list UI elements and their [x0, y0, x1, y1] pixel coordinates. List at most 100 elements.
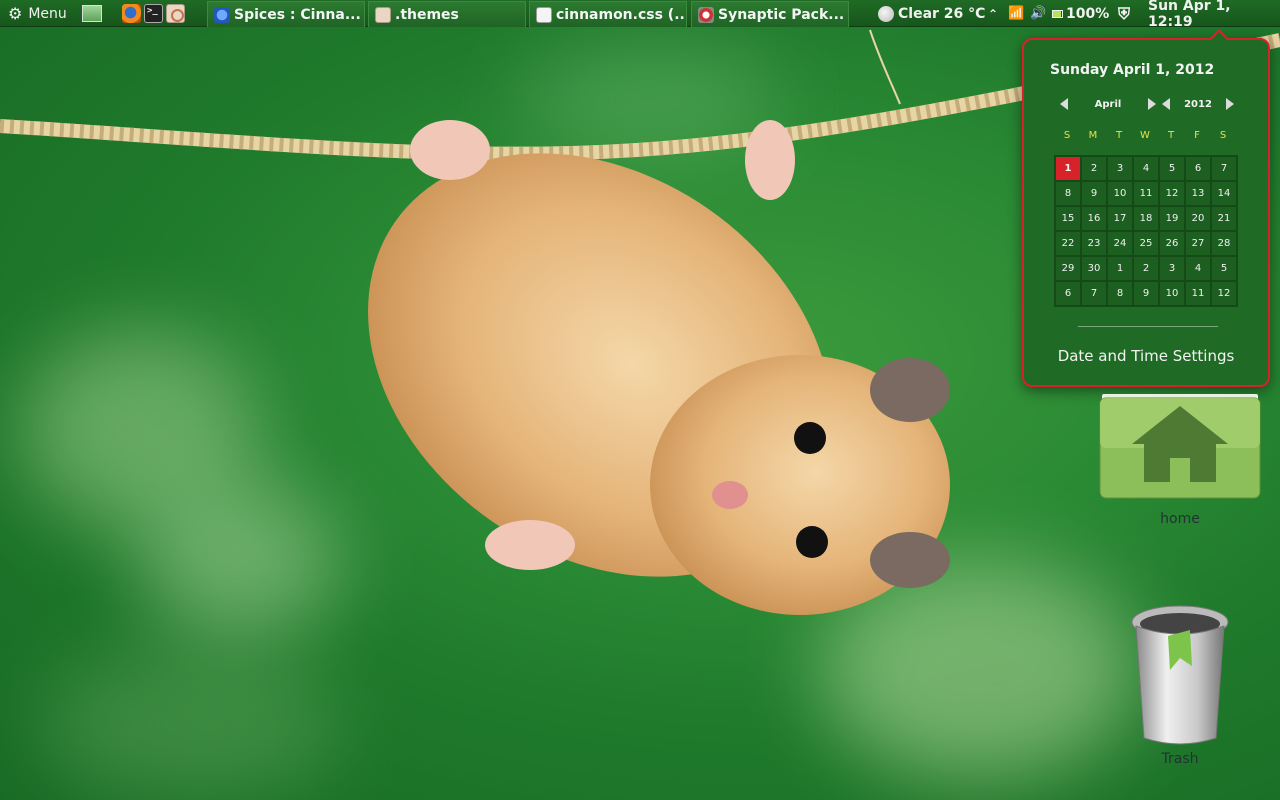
- calendar-day[interactable]: 17: [1107, 206, 1133, 231]
- chevron-up-icon[interactable]: ⌃: [988, 3, 998, 24]
- next-month-icon[interactable]: [1148, 98, 1156, 110]
- weekday-label: T: [1115, 130, 1123, 141]
- weekday-header: S M T W T F S: [1054, 130, 1236, 141]
- calendar-day[interactable]: 10: [1107, 181, 1133, 206]
- taskbar-item-label: Spices : Cinna...: [234, 6, 361, 23]
- calendar-day[interactable]: 15: [1055, 206, 1081, 231]
- next-year-icon[interactable]: [1226, 98, 1234, 110]
- calendar-day[interactable]: 9: [1133, 281, 1159, 306]
- calendar-day-today[interactable]: 1: [1055, 156, 1081, 181]
- weekday-label: S: [1219, 130, 1227, 141]
- calendar-day[interactable]: 3: [1107, 156, 1133, 181]
- calendar-day[interactable]: 24: [1107, 231, 1133, 256]
- weather-text: Clear 26 °C: [898, 5, 986, 22]
- browser-icon: [214, 6, 230, 23]
- shield-icon[interactable]: ⛨: [1118, 3, 1130, 24]
- weekday-label: W: [1140, 130, 1150, 141]
- home-folder-icon[interactable]: [1098, 388, 1262, 500]
- calendar-day[interactable]: 4: [1133, 156, 1159, 181]
- taskbar-item-spices[interactable]: Spices : Cinna...: [207, 1, 365, 27]
- calendar-full-date: Sunday April 1, 2012: [1050, 62, 1215, 78]
- month-label: April: [1094, 98, 1122, 110]
- calendar-popup: Sunday April 1, 2012 April 2012 S M T W …: [1022, 29, 1270, 387]
- folder-icon: [375, 6, 391, 23]
- calendar-day[interactable]: 6: [1185, 156, 1211, 181]
- divider: [1078, 326, 1218, 327]
- calendar-day[interactable]: 12: [1159, 181, 1185, 206]
- menu-label: Menu: [28, 5, 67, 22]
- calendar-day[interactable]: 29: [1055, 256, 1081, 281]
- trash-icon[interactable]: [1128, 600, 1232, 750]
- weekday-label: T: [1167, 130, 1175, 141]
- calendar-day[interactable]: 11: [1133, 181, 1159, 206]
- taskbar-item-label: cinnamon.css (...: [556, 6, 687, 23]
- home-icon-label: home: [1160, 511, 1200, 527]
- weekday-label: F: [1194, 130, 1200, 141]
- calendar-day[interactable]: 22: [1055, 231, 1081, 256]
- gear-icon: ⚙: [8, 3, 23, 23]
- wallpaper-hamster: [368, 120, 950, 615]
- wifi-icon[interactable]: 📶: [1008, 3, 1024, 24]
- calendar-day[interactable]: 2: [1133, 256, 1159, 281]
- calendar-grid: 1 2 3 4 5 6 7 8 9 10 11 12 13 14 15 16 17 18 19 20 21 22 23 24 2…: [1054, 155, 1238, 307]
- calendar-day[interactable]: 7: [1081, 281, 1107, 306]
- calendar-day[interactable]: 28: [1211, 231, 1237, 256]
- year-navigator: 2012: [1162, 98, 1234, 110]
- calendar-day[interactable]: 7: [1211, 156, 1237, 181]
- calendar-day[interactable]: 20: [1185, 206, 1211, 231]
- calendar-day[interactable]: 23: [1081, 231, 1107, 256]
- popup-arrow: [1209, 29, 1229, 40]
- battery-icon: [1052, 9, 1063, 18]
- calendar-day[interactable]: 6: [1055, 281, 1081, 306]
- calendar-day[interactable]: 14: [1211, 181, 1237, 206]
- taskbar-item-themes[interactable]: .themes: [368, 1, 526, 27]
- date-time-settings-link[interactable]: Date and Time Settings: [1024, 347, 1268, 365]
- calendar-day[interactable]: 8: [1107, 281, 1133, 306]
- calendar-day[interactable]: 4: [1185, 256, 1211, 281]
- show-desktop-button[interactable]: [82, 5, 102, 22]
- terminal-launcher-icon[interactable]: >_: [144, 4, 163, 23]
- calendar-day[interactable]: 8: [1055, 181, 1081, 206]
- calendar-day[interactable]: 27: [1185, 231, 1211, 256]
- calendar-day[interactable]: 5: [1159, 156, 1185, 181]
- prev-year-icon[interactable]: [1162, 98, 1170, 110]
- calendar-day[interactable]: 16: [1081, 206, 1107, 231]
- calendar-day[interactable]: 5: [1211, 256, 1237, 281]
- calendar-day[interactable]: 1: [1107, 256, 1133, 281]
- prev-month-icon[interactable]: [1060, 98, 1068, 110]
- moon-icon: [878, 5, 894, 22]
- package-manager-icon: [698, 6, 714, 23]
- weather-applet[interactable]: Clear 26 °C: [878, 3, 985, 24]
- calendar-day[interactable]: 26: [1159, 231, 1185, 256]
- calendar-day[interactable]: 3: [1159, 256, 1185, 281]
- files-launcher-icon[interactable]: [166, 4, 185, 23]
- volume-icon[interactable]: 🔊: [1030, 3, 1046, 24]
- calendar-day[interactable]: 18: [1133, 206, 1159, 231]
- battery-applet[interactable]: 100%: [1052, 3, 1109, 24]
- firefox-launcher-icon[interactable]: [122, 4, 141, 23]
- menu-button[interactable]: ⚙ Menu: [8, 3, 67, 24]
- calendar-day[interactable]: 30: [1081, 256, 1107, 281]
- calendar-day[interactable]: 25: [1133, 231, 1159, 256]
- wallpaper-blob: [40, 650, 340, 800]
- clock-applet[interactable]: Sun Apr 1, 12:19: [1148, 0, 1280, 30]
- calendar-day[interactable]: 13: [1185, 181, 1211, 206]
- calendar-day[interactable]: 11: [1185, 281, 1211, 306]
- trash-icon-label: Trash: [1161, 751, 1199, 767]
- taskbar-item-synaptic[interactable]: Synaptic Pack...: [691, 1, 849, 27]
- battery-text: 100%: [1066, 5, 1110, 22]
- calendar-day[interactable]: 9: [1081, 181, 1107, 206]
- calendar-day[interactable]: 2: [1081, 156, 1107, 181]
- calendar-day[interactable]: 10: [1159, 281, 1185, 306]
- weekday-label: S: [1063, 130, 1071, 141]
- taskbar-item-cinnamon-css[interactable]: cinnamon.css (...: [529, 1, 687, 27]
- taskbar-item-label: .themes: [395, 6, 459, 23]
- calendar-day[interactable]: 19: [1159, 206, 1185, 231]
- taskbar-item-label: Synaptic Pack...: [718, 6, 845, 23]
- calendar-day[interactable]: 12: [1211, 281, 1237, 306]
- weekday-label: M: [1088, 130, 1098, 141]
- year-label: 2012: [1184, 98, 1212, 110]
- calendar-day[interactable]: 21: [1211, 206, 1237, 231]
- top-panel: ⚙ Menu >_ Spices : Cinna... .themes cinn…: [0, 0, 1280, 30]
- text-editor-icon: [536, 6, 552, 23]
